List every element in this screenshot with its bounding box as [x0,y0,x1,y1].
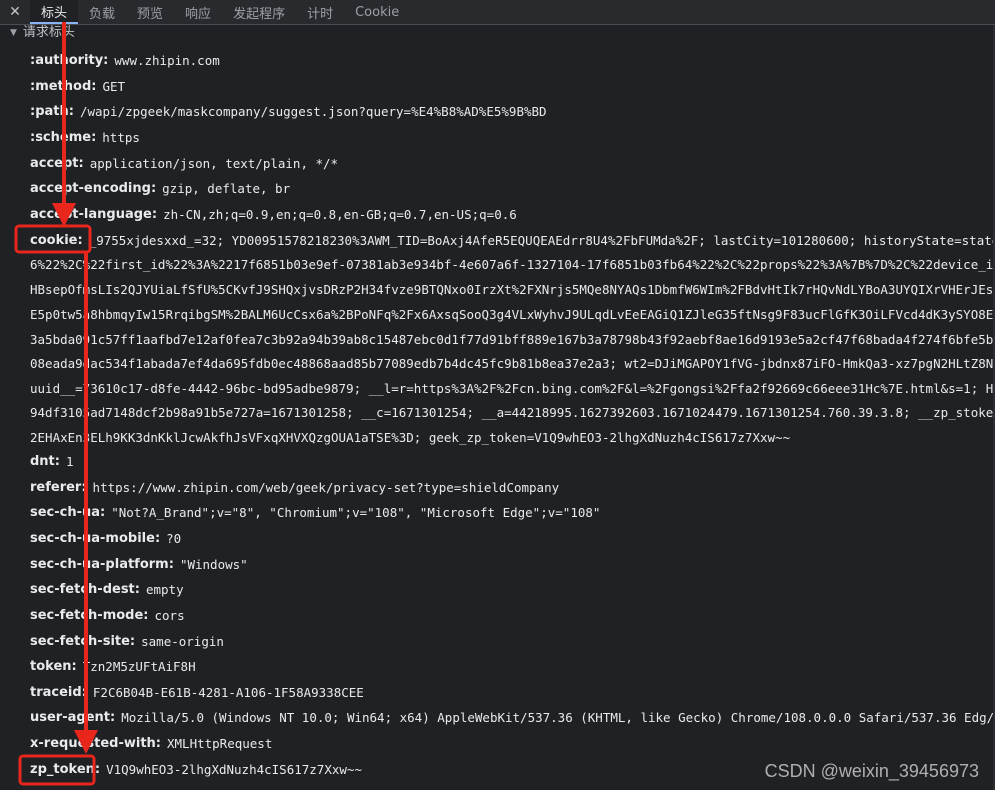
csdn-watermark: CSDN @weixin_39456973 [764,761,979,781]
header-name: sec-ch-ua-mobile: [30,530,161,546]
header-value: empty [145,581,184,597]
header-row-method: :method: GET [30,76,125,96]
header-row-scheme: :scheme: https [30,127,140,147]
cookie-value-line: uuid__=73610c17-d8fe-4442-96bc-bd95adbe9… [30,380,995,396]
header-row-sec-ch-ua-mobile: sec-ch-ua-mobile: ?0 [30,528,181,548]
expand-triangle-icon[interactable]: ▼ [10,28,17,38]
header-row-dnt: dnt: 1 [30,451,74,471]
header-value: https [102,129,140,145]
header-name: cookie: [30,232,83,248]
header-name: x-requested-with: [30,735,161,751]
devtools-tab-bar: ✕ 标头 负载 预览 响应 发起程序 计时 Cookie [0,0,995,25]
header-name: sec-fetch-dest: [30,581,140,597]
header-row-sec-fetch-site: sec-fetch-site: same-origin [30,631,224,651]
header-value: Tzn2M5zUFtAiF8H [82,658,196,674]
header-name: :path: [30,103,74,119]
header-value: same-origin [141,633,224,649]
tab-cookies[interactable]: Cookie [344,0,410,24]
header-name: :authority: [30,52,109,68]
cookie-value-line: HBsepOfmsLIs2QJYUiaLfSfU%5CKvfJ9SHQxjvsD… [30,281,995,297]
header-row-sec-fetch-dest: sec-fetch-dest: empty [30,579,184,599]
header-row-accept-language: accept-language: zh-CN,zh;q=0.9,en;q=0.8… [30,204,517,224]
header-name: accept-encoding: [30,180,157,196]
header-value: gzip, deflate, br [162,180,291,196]
header-name: sec-ch-ua: [30,504,106,520]
header-row-accept: accept: application/json, text/plain, */… [30,153,338,173]
header-name: traceid: [30,684,87,700]
header-value: ?0 [166,530,182,546]
header-value: GET [102,78,126,94]
header-row-sec-ch-ua: sec-ch-ua: "Not?A_Brand";v="8", "Chromiu… [30,502,600,522]
header-value: XMLHttpRequest [167,735,273,751]
header-name: sec-fetch-site: [30,633,136,649]
tab-initiator[interactable]: 发起程序 [222,0,296,24]
header-name: sec-ch-ua-platform: [30,556,174,572]
header-value: zh-CN,zh;q=0.9,en;q=0.8,en-GB;q=0.7,en-U… [163,206,517,222]
request-headers-section-toggle[interactable]: ▼ 请求标头 [0,24,995,42]
header-row-sec-ch-ua-platform: sec-ch-ua-platform: "Windows" [30,554,248,574]
tab-timing[interactable]: 计时 [296,0,344,24]
header-value: cors [154,607,185,623]
header-row-referer: referer: https://www.zhipin.com/web/geek… [30,477,559,497]
header-name: user-agent: [30,709,116,725]
header-row-cookie: cookie: _9755xjdesxxd_=32; YD00951578218… [30,230,995,250]
header-value: Mozilla/5.0 (Windows NT 10.0; Win64; x64… [121,709,995,725]
cookie-value-line: 2EHAxEn3ELh9KK3dnKklJcwAkfhJsVFxqXHVXQzg… [30,429,791,445]
header-row-authority: :authority: www.zhipin.com [30,50,220,70]
close-icon[interactable]: ✕ [0,0,30,24]
header-name: :scheme: [30,129,97,145]
cookie-value-line: 3a5bda091c57ff1aafbd7e12af0fea7c3b92a94b… [30,331,995,347]
header-name: zp_token: [30,761,101,777]
tab-response[interactable]: 响应 [174,0,222,24]
tab-headers[interactable]: 标头 [30,0,79,24]
cookie-value-line: 6%22%2C%22first_id%22%3A%2217f6851b03e9e… [30,256,995,272]
cookie-value-line: 94df3105ad7148dcf2b98a91b5e727a=16713012… [30,404,995,420]
header-value: F2C6B04B-E61B-4281-A106-1F58A9338CEE [92,684,364,700]
tab-preview[interactable]: 预览 [126,0,174,24]
header-value: V1Q9whEO3-2lhgXdNuzh4cIS617z7Xxw~~ [106,761,362,777]
header-row-traceid: traceid: F2C6B04B-E61B-4281-A106-1F58A93… [30,682,364,702]
header-name: dnt: [30,453,60,469]
header-name: token: [30,658,77,674]
header-value: "Windows" [179,556,248,572]
header-value: /wapi/zpgeek/maskcompany/suggest.json?qu… [79,103,547,119]
header-row-accept-encoding: accept-encoding: gzip, deflate, br [30,178,290,198]
header-row-x-requested-with: x-requested-with: XMLHttpRequest [30,733,272,753]
cookie-value-line: 08eada9dac534f1abada7ef4da695fdb0ec48868… [30,355,995,371]
header-row-sec-fetch-mode: sec-fetch-mode: cors [30,605,185,625]
header-value: 1 [65,453,74,469]
header-value: https://www.zhipin.com/web/geek/privacy-… [92,479,560,495]
header-name: :method: [30,78,97,94]
header-name: accept-language: [30,206,158,222]
header-row-user-agent: user-agent: Mozilla/5.0 (Windows NT 10.0… [30,707,995,727]
header-name: sec-fetch-mode: [30,607,149,623]
header-name: referer: [30,479,87,495]
header-value: "Not?A_Brand";v="8", "Chromium";v="108",… [111,504,601,520]
header-value: application/json, text/plain, */* [89,155,339,171]
section-title: 请求标头 [22,24,75,40]
header-value: www.zhipin.com [114,52,220,68]
tab-payload[interactable]: 负载 [78,0,126,24]
header-row-token: token: Tzn2M5zUFtAiF8H [30,656,196,676]
header-name: accept: [30,155,84,171]
header-value: _9755xjdesxxd_=32; YD00951578218230%3AWM… [88,232,995,248]
header-row-zp-token: zp_token: V1Q9whEO3-2lhgXdNuzh4cIS617z7X… [30,759,362,779]
cookie-value-line: E5p0tw5a8hbmqyIw15RrqibgSM%2BALM6UcCsx6a… [30,306,995,322]
header-row-path: :path: /wapi/zpgeek/maskcompany/suggest.… [30,101,547,121]
